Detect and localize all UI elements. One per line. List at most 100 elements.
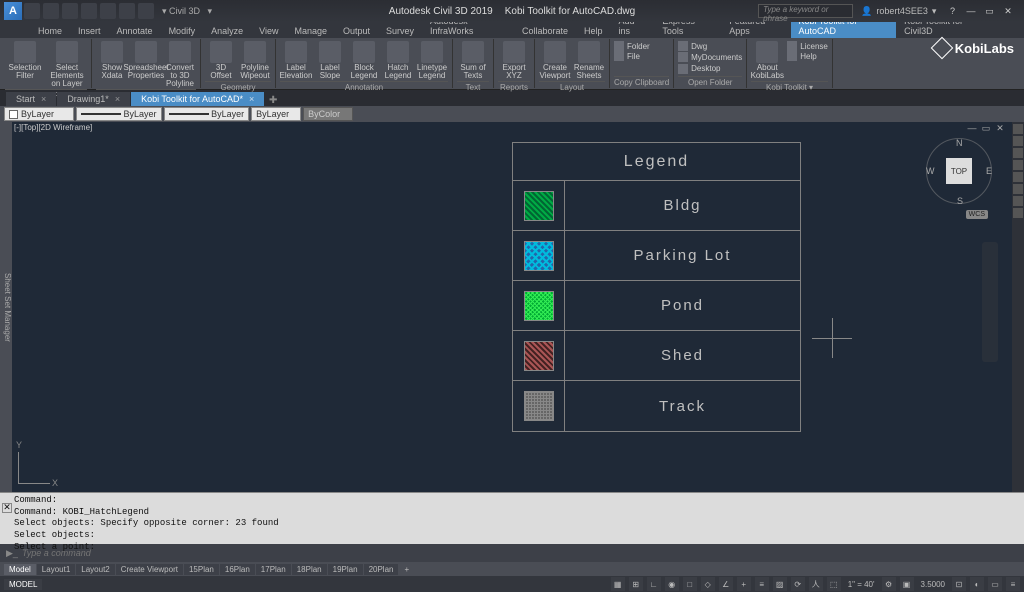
license-button[interactable]: License xyxy=(787,41,828,51)
status-otrack-icon[interactable]: ∠ xyxy=(719,577,733,591)
layout-tab[interactable]: 16Plan xyxy=(220,564,255,575)
spreadsheet-properties-button[interactable]: Spreadsheet Properties xyxy=(130,41,162,88)
status-polar-icon[interactable]: ◉ xyxy=(665,577,679,591)
compass-w[interactable]: W xyxy=(926,166,935,176)
qat-redo-icon[interactable] xyxy=(138,3,154,19)
label-slope-button[interactable]: Label Slope xyxy=(314,41,346,80)
tool-icon[interactable] xyxy=(1013,172,1023,182)
ribbon-tab-modify[interactable]: Modify xyxy=(161,24,204,38)
linetype-dropdown[interactable]: ByLayer xyxy=(164,107,250,121)
status-clean-icon[interactable]: ▭ xyxy=(988,577,1002,591)
ribbon-tab-output[interactable]: Output xyxy=(335,24,378,38)
sheet-set-manager-palette[interactable]: Sheet Set Manager xyxy=(0,122,12,492)
status-dyn-icon[interactable]: + xyxy=(737,577,751,591)
layout-tab[interactable]: 18Plan xyxy=(292,564,327,575)
label-elevation-button[interactable]: Label Elevation xyxy=(280,41,312,80)
viewport-maximize-icon[interactable]: ▭ xyxy=(980,123,992,134)
layout-tab[interactable]: 20Plan xyxy=(364,564,399,575)
status-workspace-icon[interactable]: ⚙ xyxy=(882,577,896,591)
status-cycling-icon[interactable]: ⟳ xyxy=(791,577,805,591)
rename-sheets-button[interactable]: Rename Sheets xyxy=(573,41,605,80)
ribbon-tab-manage[interactable]: Manage xyxy=(286,24,335,38)
doc-tab[interactable]: Drawing1* × xyxy=(57,92,130,106)
status-isolate-icon[interactable]: ⊡ xyxy=(952,577,966,591)
layout-tab[interactable]: Layout2 xyxy=(76,564,114,575)
cmdline-close-icon[interactable]: ✕ xyxy=(2,503,12,513)
sum-of-texts-button[interactable]: Sum of Texts xyxy=(457,41,489,80)
plotcolor-dropdown[interactable]: ByColor xyxy=(303,107,353,121)
tab-close-icon[interactable]: × xyxy=(249,94,254,104)
layout-tab[interactable]: Create Viewport xyxy=(116,564,183,575)
create-viewport-button[interactable]: Create Viewport xyxy=(539,41,571,80)
status-transparency-icon[interactable]: ▨ xyxy=(773,577,787,591)
clip-file-button[interactable]: File xyxy=(614,51,640,61)
annotation-scale[interactable]: 1" = 40' xyxy=(845,580,878,589)
status-snap-icon[interactable]: ⊞ xyxy=(629,577,643,591)
layout-tab[interactable]: Layout1 xyxy=(37,564,75,575)
export-xyz-button[interactable]: Export XYZ xyxy=(498,41,530,80)
close-icon[interactable]: ✕ xyxy=(1000,6,1016,17)
status-annoscale-icon[interactable]: ⬚ xyxy=(827,577,841,591)
app-logo[interactable]: A xyxy=(4,2,22,20)
polyline-wipeout-button[interactable]: Polyline Wipeout xyxy=(239,41,271,80)
doc-tab[interactable]: Kobi Toolkit for AutoCAD* × xyxy=(131,92,264,106)
status-lwt-icon[interactable]: ≡ xyxy=(755,577,769,591)
ribbon-tab-analyze[interactable]: Analyze xyxy=(203,24,251,38)
qat-saveas-icon[interactable] xyxy=(81,3,97,19)
clip-folder-button[interactable]: Folder xyxy=(614,41,650,51)
hatch-legend-button[interactable]: Hatch Legend xyxy=(382,41,414,80)
search-input[interactable]: Type a keyword or phrase xyxy=(758,4,853,18)
maximize-icon[interactable]: ▭ xyxy=(981,6,997,17)
status-annotation-icon[interactable]: 人 xyxy=(809,577,823,591)
qat-open-icon[interactable] xyxy=(43,3,59,19)
3d-offset-button[interactable]: 3D Offset xyxy=(205,41,237,80)
tool-icon[interactable] xyxy=(1013,160,1023,170)
layer-dropdown[interactable]: ByLayer xyxy=(4,107,74,121)
status-3dosnap-icon[interactable]: ◇ xyxy=(701,577,715,591)
lineweight-dropdown[interactable]: ByLayer xyxy=(251,107,301,121)
tool-icon[interactable] xyxy=(1013,148,1023,158)
qat-plot-icon[interactable] xyxy=(100,3,116,19)
ribbon-tab-home[interactable]: Home xyxy=(30,24,70,38)
qat-new-icon[interactable] xyxy=(24,3,40,19)
select-elements-on-layer-button[interactable]: Select Elements on Layer xyxy=(47,41,87,88)
command-history[interactable]: ✕ Command: Command: KOBI_HatchLegend Sel… xyxy=(0,492,1024,544)
tab-close-icon[interactable]: × xyxy=(41,94,46,104)
compass-n[interactable]: N xyxy=(956,138,963,148)
status-units[interactable]: 3.5000 xyxy=(918,580,948,589)
ribbon-tab-collaborate[interactable]: Collaborate xyxy=(514,24,576,38)
qat-undo-icon[interactable] xyxy=(119,3,135,19)
kobi-help-button[interactable]: Help xyxy=(787,51,828,61)
status-grid-icon[interactable]: ▦ xyxy=(611,577,625,591)
status-monitor-icon[interactable]: ▣ xyxy=(900,577,914,591)
workspace-dropdown[interactable]: ▾ Civil 3D ▾ xyxy=(162,6,212,17)
tool-icon[interactable] xyxy=(1013,208,1023,218)
ucs-icon[interactable]: X Y xyxy=(18,442,60,484)
add-layout-button[interactable]: + xyxy=(399,565,414,574)
compass-s[interactable]: S xyxy=(957,196,963,206)
tool-icon[interactable] xyxy=(1013,184,1023,194)
layout-tab[interactable]: Model xyxy=(4,564,36,575)
convert-3d-polyline-button[interactable]: Convert to 3D Polyline xyxy=(164,41,196,88)
ribbon-tab-survey[interactable]: Survey xyxy=(378,24,422,38)
help-icon[interactable]: ? xyxy=(944,6,960,16)
navigation-bar[interactable] xyxy=(982,242,998,362)
compass-e[interactable]: E xyxy=(986,166,992,176)
tool-icon[interactable] xyxy=(1013,136,1023,146)
color-dropdown[interactable]: ByLayer xyxy=(76,107,162,121)
viewport-label[interactable]: [-][Top][2D Wireframe] xyxy=(14,123,92,132)
doc-tab[interactable]: Start × xyxy=(6,92,56,106)
tool-icon[interactable] xyxy=(1013,196,1023,206)
tool-icon[interactable] xyxy=(1013,124,1023,134)
viewport-minimize-icon[interactable]: — xyxy=(966,123,978,134)
block-legend-button[interactable]: Block Legend xyxy=(348,41,380,80)
viewcube[interactable]: TOP N S E W xyxy=(924,136,994,206)
layout-tab[interactable]: 15Plan xyxy=(184,564,219,575)
wcs-tag[interactable]: WCS xyxy=(966,210,988,219)
new-tab-button[interactable]: ✚ xyxy=(265,95,281,106)
linetype-legend-button[interactable]: Linetype Legend xyxy=(416,41,448,80)
viewport[interactable]: [-][Top][2D Wireframe] — ▭ ✕ Legend Bldg… xyxy=(12,122,1012,492)
layout-tab[interactable]: 17Plan xyxy=(256,564,291,575)
about-kobilabs-button[interactable]: About KobiLabs xyxy=(751,41,783,80)
status-customize-icon[interactable]: ≡ xyxy=(1006,577,1020,591)
